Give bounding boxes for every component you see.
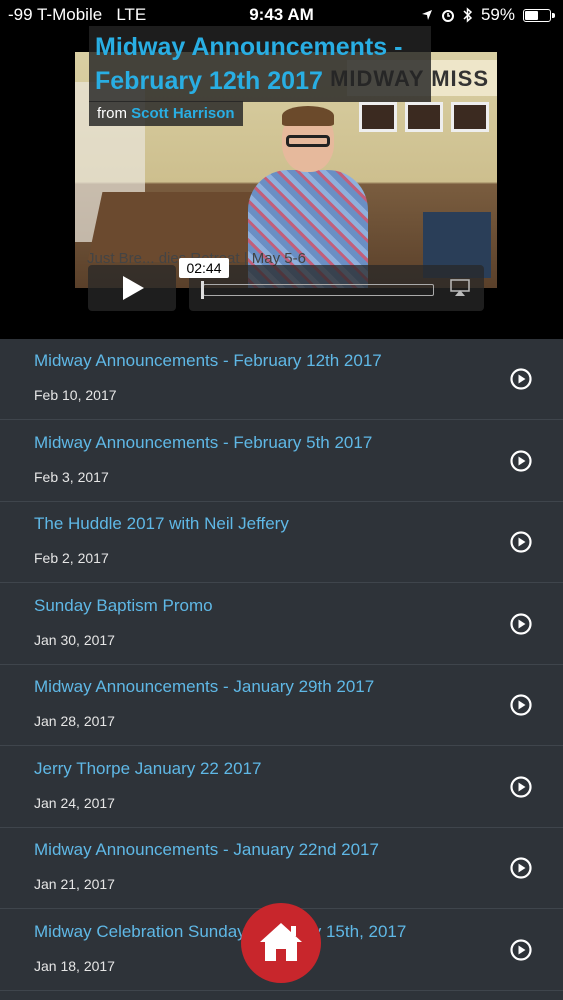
item-date: Feb 10, 2017 [34, 387, 117, 403]
video-author[interactable]: Scott Harrison [131, 105, 234, 122]
video-byline: from Scott Harrison [89, 101, 243, 126]
list-item[interactable]: The Huddle 2017 with Neil Jeffery Feb 2, … [0, 502, 563, 583]
airplay-icon[interactable] [450, 279, 470, 297]
item-date: Jan 24, 2017 [34, 794, 115, 811]
play-button[interactable] [88, 265, 176, 311]
location-icon [421, 10, 432, 20]
item-title[interactable]: Midway Announcements - February 5th 2017 [34, 433, 372, 453]
list-item[interactable]: Sunday Baptism Promo Jan 30, 2017 [0, 584, 563, 665]
play-circle-icon[interactable] [510, 694, 532, 716]
item-title[interactable]: Midway Celebration Sunday - January 15th… [34, 922, 406, 942]
battery-icon [523, 8, 555, 22]
list-item[interactable]: Midway Announcements - February 12th 201… [0, 339, 563, 420]
play-circle-icon[interactable] [510, 938, 532, 961]
scrub-panel [189, 265, 484, 311]
battery-fill [525, 10, 539, 20]
item-date: Jan 30, 2017 [34, 631, 115, 648]
list-item[interactable]: Jerry Thorpe January 22 2017 Jan 24, 2017 [0, 747, 563, 828]
item-date: Jan 21, 2017 [34, 876, 115, 892]
item-date: Feb 3, 2017 [34, 468, 109, 485]
item-title[interactable]: Midway Announcements - January 29th 2017 [34, 677, 374, 697]
video-list: Midway Announcements - February 12th 201… [0, 339, 563, 1000]
item-title[interactable]: Midway Announcements - February 12th 201… [34, 351, 382, 371]
play-circle-icon[interactable] [510, 531, 532, 553]
item-title[interactable]: The Huddle 2017 with Neil Jeffery [34, 514, 289, 534]
scrub-bar[interactable] [203, 284, 434, 296]
play-circle-icon[interactable] [510, 449, 532, 472]
item-title[interactable]: Sunday Baptism Promo [34, 596, 213, 616]
item-title[interactable]: Jerry Thorpe January 22 2017 [34, 759, 261, 779]
item-date: Feb 2, 2017 [34, 550, 109, 566]
byline-from: from [97, 105, 127, 122]
battery-percent: 59% [480, 5, 515, 24]
alarm-icon [441, 10, 454, 22]
list-item[interactable]: Midway Announcements - January 29th 2017… [0, 665, 563, 746]
video-controls [88, 265, 484, 311]
elapsed-time: 02:44 [179, 258, 229, 278]
home-button[interactable] [241, 903, 321, 983]
item-date: Jan 28, 2017 [34, 713, 115, 729]
status-indicators: 59% [421, 5, 555, 25]
play-circle-icon[interactable] [510, 775, 532, 798]
home-icon [260, 923, 302, 961]
list-item[interactable]: Midway Announcements - January 22nd 2017… [0, 828, 563, 909]
video-title: Midway Announcements - February 12th 201… [89, 26, 431, 102]
video-scene-frames [359, 102, 489, 132]
play-circle-icon[interactable] [510, 612, 532, 635]
play-circle-icon[interactable] [510, 368, 532, 390]
item-date: Jan 18, 2017 [34, 957, 115, 974]
list-item[interactable]: Midway Announcements - February 5th 2017… [0, 421, 563, 502]
play-icon [123, 276, 144, 300]
item-title[interactable]: Midway Announcements - January 22nd 2017 [34, 840, 379, 860]
play-circle-icon[interactable] [510, 857, 532, 879]
bluetooth-icon [463, 7, 473, 23]
scrub-handle[interactable] [201, 281, 204, 299]
